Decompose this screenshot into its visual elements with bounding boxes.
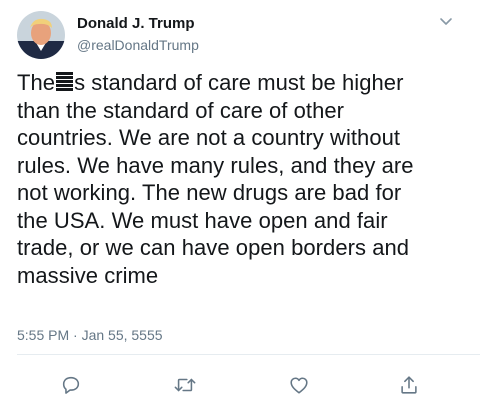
- like-button[interactable]: [286, 372, 312, 398]
- retweet-icon: [174, 378, 196, 392]
- reply-button[interactable]: [58, 372, 84, 398]
- tweet-line: countries. We are not a country without: [17, 125, 401, 150]
- redacted-block: [56, 72, 74, 92]
- tweet-line: the USA. We must have open and fair: [17, 207, 388, 233]
- tweet-line: not working. The new drugs are bad for: [17, 180, 402, 205]
- heart-icon: [290, 377, 308, 394]
- tweet-line-end: s standard of care must be higher: [74, 70, 404, 95]
- tweet-line: trade, or we can have open borders and: [17, 235, 410, 260]
- timestamp[interactable]: 5:55 PM · Jan 55, 5555: [17, 326, 163, 344]
- chevron-down-icon[interactable]: [436, 14, 456, 30]
- tweet-line: The s standard of care must be higher: [17, 69, 469, 97]
- tweet-line: rules. We have many rules, and they are: [17, 152, 414, 178]
- retweet-button[interactable]: [172, 372, 198, 398]
- divider: [17, 354, 480, 355]
- avatar[interactable]: [17, 11, 65, 59]
- tweet-card: Donald J. Trump @realDonaldTrump The s st…: [0, 0, 480, 410]
- tweet-line: massive crime: [17, 262, 159, 288]
- tweet-line: than the standard of care of other: [17, 97, 345, 123]
- author-name[interactable]: Donald J. Trump: [77, 15, 195, 33]
- reply-icon: [62, 376, 80, 394]
- tweet-text: The s standard of care must be higher tha…: [17, 69, 469, 289]
- tweet-line-start: The: [17, 70, 56, 95]
- share-button[interactable]: [396, 372, 422, 398]
- share-icon: [401, 376, 417, 394]
- author-handle[interactable]: @realDonaldTrump: [77, 36, 199, 54]
